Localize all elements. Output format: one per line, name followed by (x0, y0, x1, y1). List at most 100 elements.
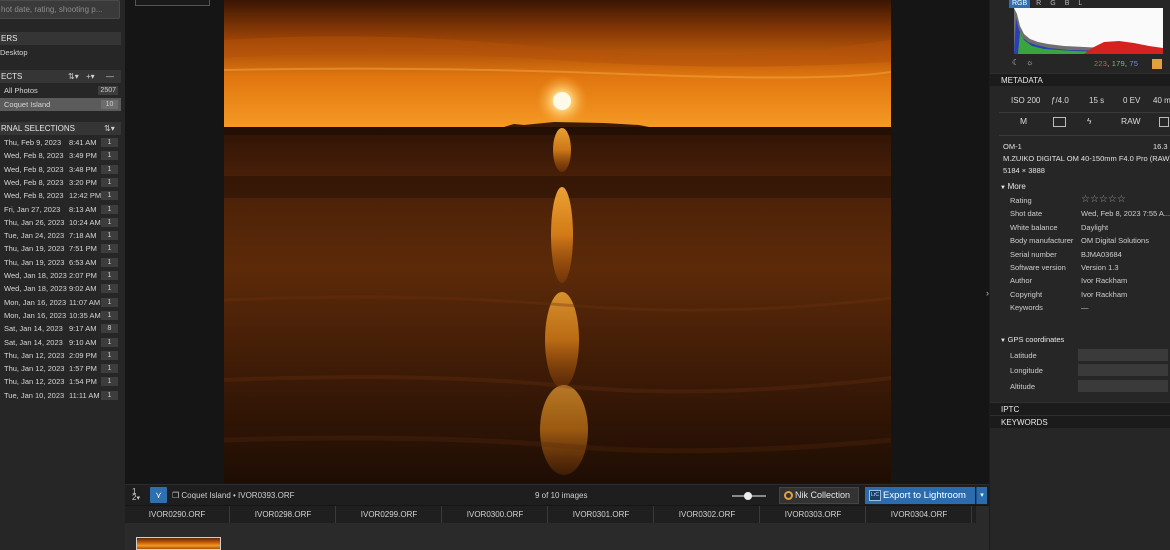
auto-selection-item[interactable]: Thu, Jan 19, 2023 6:53 AM 1 (0, 256, 121, 269)
collapse-right-panel-icon[interactable]: › (986, 288, 989, 298)
filmstrip-filename[interactable]: IVOR0298.ORF (231, 506, 336, 523)
selection-time: 2:09 PM (69, 350, 97, 360)
project-item-coquet-island[interactable]: Coquet Island 10 (0, 98, 121, 111)
sun-icon[interactable]: ☼ (1026, 58, 1033, 67)
projects-sort-button[interactable]: ⇅▾ (68, 70, 79, 83)
filmstrip-filename[interactable]: IVOR0303.ORF (761, 506, 866, 523)
raw-format: RAW (1121, 116, 1141, 126)
navigator-thumbnail[interactable] (135, 0, 210, 6)
auto-selections-section-header[interactable]: RNAL SELECTIONS ⇅▾ (0, 122, 121, 135)
selection-time: 11:07 AM (69, 297, 101, 307)
gps-section-header[interactable]: ▼ GPS coordinates (1000, 335, 1064, 344)
selection-date: Thu, Feb 9, 2023 (4, 138, 62, 147)
gps-value-field[interactable] (1078, 349, 1168, 361)
auto-selection-item[interactable]: Thu, Feb 9, 2023 8:41 AM 1 (0, 136, 121, 149)
filmstrip-filename[interactable]: IVOR0300.ORF (443, 506, 548, 523)
auto-selection-item[interactable]: Wed, Jan 18, 2023 2:07 PM 1 (0, 269, 121, 282)
auto-selection-item[interactable]: Sat, Jan 14, 2023 9:10 AM 1 (0, 336, 121, 349)
exposure-mode: M (1020, 116, 1028, 126)
auto-selections-sort-button[interactable]: ⇅▾ (104, 122, 115, 135)
gps-key: Altitude (1010, 381, 1036, 391)
auto-selection-item[interactable]: Thu, Jan 26, 2023 10:24 AM 1 (0, 216, 121, 229)
auto-selection-item[interactable]: Mon, Jan 16, 2023 11:07 AM 1 (0, 296, 121, 309)
auto-selection-item[interactable]: Wed, Jan 18, 2023 9:02 AM 1 (0, 282, 121, 295)
export-to-lightroom-button[interactable]: LrC Export to Lightroom (865, 487, 975, 504)
auto-selection-item[interactable]: Tue, Jan 10, 2023 11:11 AM 1 (0, 389, 121, 402)
selection-time: 9:17 AM (69, 324, 97, 334)
auto-selection-item[interactable]: Wed, Feb 8, 2023 3:20 PM 1 (0, 176, 121, 189)
selection-date: Fri, Jan 27, 2023 (4, 204, 61, 214)
filter-icon[interactable]: ⋎ (150, 487, 167, 503)
auto-selection-item[interactable]: Thu, Jan 12, 2023 2:09 PM 1 (0, 349, 121, 362)
metadata-value: Version 1.3 (1081, 263, 1119, 272)
filmstrip-filename[interactable]: IVOR0302.ORF (655, 506, 760, 523)
nik-collection-button[interactable]: Nik Collection (779, 487, 859, 504)
main-photo[interactable] (224, 0, 891, 483)
metadata-key: Software version (1010, 263, 1066, 272)
thumbnail-size-slider[interactable] (732, 492, 766, 500)
projects-section-header[interactable]: ECTS ⇅▾ +▾ — (0, 70, 121, 83)
selection-time: 1:54 PM (69, 377, 97, 387)
selection-time: 7:51 PM (69, 244, 97, 254)
tab-rgb[interactable]: RGB (1009, 0, 1031, 8)
selection-date: Wed, Jan 18, 2023 (4, 271, 67, 280)
auto-selection-item[interactable]: Thu, Jan 12, 2023 1:54 PM 1 (0, 375, 121, 388)
tab-g[interactable]: G (1050, 0, 1055, 8)
auto-selection-item[interactable]: Wed, Feb 8, 2023 3:49 PM 1 (0, 149, 121, 162)
sort-1-2-icon[interactable]: 1 2▾ (132, 488, 140, 503)
selection-count: 1 (101, 377, 118, 387)
auto-selection-item[interactable]: Sat, Jan 14, 2023 9:17 AM 8 (0, 322, 121, 335)
auto-selection-item[interactable]: Tue, Jan 24, 2023 7:18 AM 1 (0, 229, 121, 242)
folder-item-desktop[interactable]: Desktop (0, 46, 121, 59)
selection-count: 1 (101, 364, 118, 374)
auto-selection-item[interactable]: Thu, Jan 12, 2023 1:57 PM 1 (0, 362, 121, 375)
metadata-value: Ivor Rackham (1081, 289, 1128, 299)
export-label: Export to Lightroom (883, 490, 966, 501)
project-label: All Photos (4, 86, 38, 95)
tab-b[interactable]: B (1065, 0, 1070, 8)
projects-remove-button[interactable]: — (106, 70, 114, 83)
selection-time: 2:07 PM (69, 271, 97, 280)
rating-stars[interactable]: ☆☆☆☆☆ (1081, 194, 1126, 205)
filmstrip-filename[interactable]: IVOR0301.ORF (549, 506, 654, 523)
keywords-section-header[interactable]: KEYWORDS (990, 415, 1170, 428)
auto-selection-item[interactable]: Wed, Feb 8, 2023 12:42 PM 1 (0, 189, 121, 202)
project-count: 10 (101, 100, 118, 109)
filmstrip-filename[interactable]: IVOR0290.ORF (125, 506, 230, 523)
selection-time: 7:18 AM (69, 231, 97, 241)
selection-count: 8 (101, 324, 118, 334)
filmstrip-filename[interactable]: IVOR0304.ORF (867, 506, 972, 523)
projects-header-label: ECTS (1, 72, 23, 81)
projects-add-button[interactable]: +▾ (86, 70, 95, 83)
metadata-key: Shot date (1010, 209, 1043, 219)
gps-value-field[interactable] (1078, 379, 1168, 392)
selection-count: 1 (101, 151, 118, 161)
camera-model: OM-1 (1003, 142, 1022, 151)
metadata-section-header[interactable]: METADATA (990, 73, 1170, 86)
metering-icon (1053, 117, 1066, 127)
export-dropdown-button[interactable]: ▾ (976, 487, 987, 504)
selection-time: 3:20 PM (69, 177, 97, 187)
auto-selection-item[interactable]: Wed, Feb 8, 2023 3:48 PM 1 (0, 163, 121, 176)
folders-section-header[interactable]: ERS (0, 32, 121, 45)
gps-value-field[interactable] (1078, 364, 1168, 377)
auto-selection-item[interactable]: Thu, Jan 19, 2023 7:51 PM 1 (0, 242, 121, 255)
right-panel: › RGB R G B L ☾ ☼ 223, 179, 75 METADATA ISO … (986, 0, 1170, 550)
more-section-header[interactable]: ▼ More (1000, 182, 1026, 191)
iptc-section-header[interactable]: IPTC (990, 402, 1170, 415)
histogram (1014, 8, 1163, 54)
folder-stack-icon: ❐ (172, 491, 182, 500)
auto-selection-item[interactable]: Mon, Jan 16, 2023 10:35 AM 1 (0, 309, 121, 322)
tab-r[interactable]: R (1036, 0, 1041, 8)
search-input[interactable]: hot date, rating, shooting p... (0, 0, 120, 19)
project-item-all-photos[interactable]: All Photos 2507 (0, 84, 121, 97)
slider-knob[interactable] (744, 492, 752, 500)
auto-selection-item[interactable]: Fri, Jan 27, 2023 8:13 AM 1 (0, 203, 121, 216)
metadata-key: Body manufacturer (1010, 236, 1074, 246)
filmstrip-filename[interactable]: IVOR0299.ORF (337, 506, 442, 523)
moon-icon[interactable]: ☾ (1012, 58, 1019, 67)
viewer-toolbar: 1 2▾ ⋎ ❐ Coquet Island • IVOR0393.ORF 9 o… (125, 484, 989, 505)
filmstrip-thumbnail[interactable] (136, 537, 221, 550)
metadata-key: White balance (1010, 222, 1058, 232)
tab-l[interactable]: L (1078, 0, 1082, 8)
